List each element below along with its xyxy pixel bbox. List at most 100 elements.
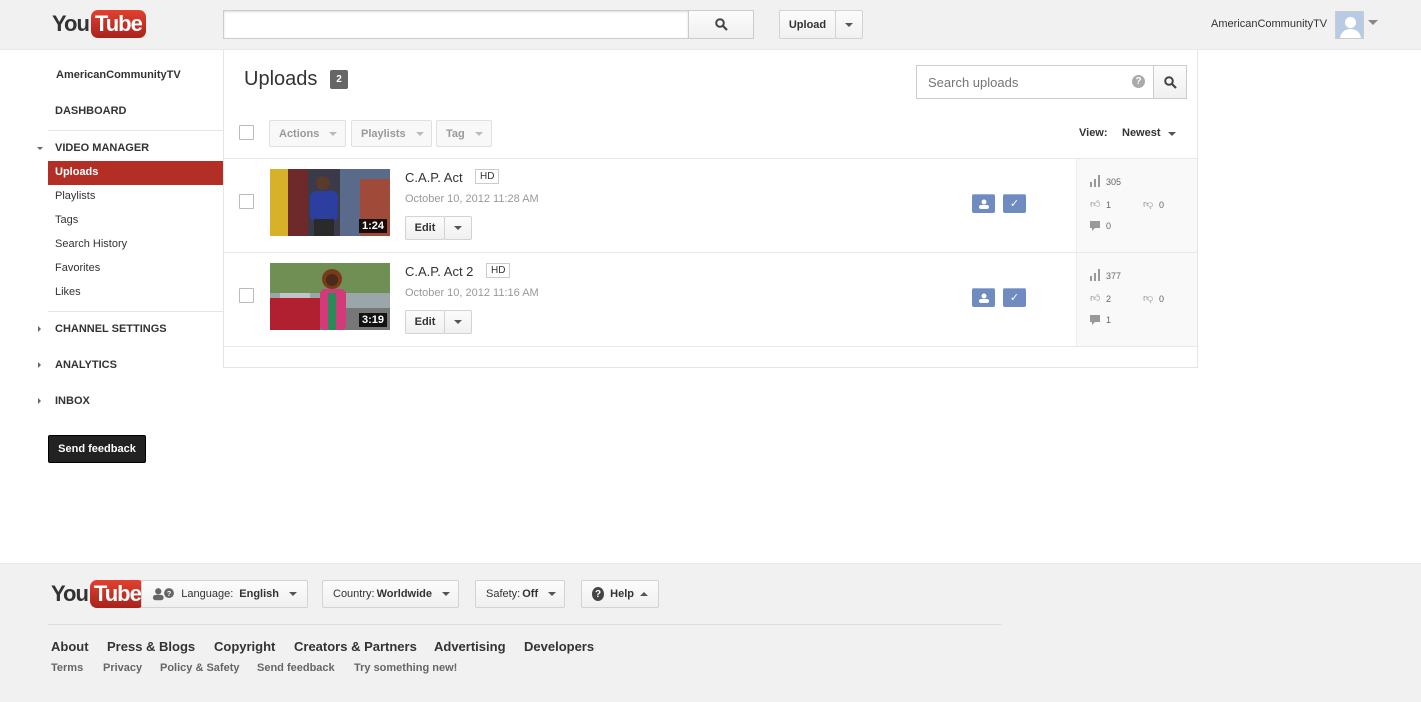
help-icon[interactable]: ? — [1132, 75, 1145, 88]
chevron-down-icon — [454, 320, 462, 324]
actions-dropdown[interactable]: Actions — [269, 120, 346, 147]
video-title[interactable]: C.A.P. Act 2 — [405, 264, 473, 279]
account-menu-chevron-icon[interactable] — [1368, 20, 1378, 25]
public-status-icon[interactable] — [972, 288, 995, 307]
search-uploads-input[interactable] — [916, 65, 1154, 99]
video-select-checkbox[interactable] — [239, 194, 254, 209]
upload-menu-button[interactable] — [835, 10, 863, 39]
processed-check-icon[interactable]: ✓ — [1003, 194, 1026, 213]
sidebar-item-dashboard[interactable]: DASHBOARD — [55, 105, 127, 117]
footer-link-terms[interactable]: Terms — [51, 662, 83, 674]
video-thumbnail[interactable]: 1:24 — [270, 169, 390, 236]
sidebar-divider — [48, 311, 223, 312]
search-icon — [714, 18, 728, 31]
video-duration: 3:19 — [358, 313, 387, 327]
playlists-label: Playlists — [361, 127, 406, 140]
dislikes-count: 0 — [1159, 200, 1165, 210]
edit-menu-button[interactable] — [444, 310, 472, 334]
select-all-checkbox[interactable] — [239, 125, 254, 140]
footer-link-developers[interactable]: Developers — [524, 639, 594, 654]
tag-dropdown[interactable]: Tag — [436, 120, 492, 147]
actions-label: Actions — [279, 127, 320, 140]
comment-icon — [1090, 315, 1100, 325]
playlists-dropdown[interactable]: Playlists — [351, 120, 432, 147]
chevron-down-icon — [474, 131, 483, 136]
people-icon — [978, 199, 989, 209]
youtube-logo[interactable]: You Tube — [52, 10, 146, 38]
sidebar-item-uploads[interactable]: Uploads — [48, 161, 223, 185]
edit-button[interactable]: Edit — [405, 310, 445, 334]
upload-button[interactable]: Upload — [779, 10, 836, 39]
country-selector[interactable]: Country: Worldwide — [322, 580, 459, 608]
video-title[interactable]: C.A.P. Act — [405, 170, 463, 185]
video-date: October 10, 2012 11:28 AM — [405, 193, 539, 205]
logo-tube-text: Tube — [90, 10, 146, 38]
likes-count: 2 — [1106, 294, 1112, 304]
thumbs-down-icon: 👎︎ — [1143, 199, 1154, 210]
footer-link-policy-safety[interactable]: Policy & Safety — [160, 662, 239, 674]
expand-right-icon — [38, 398, 41, 404]
country-value: Worldwide — [376, 588, 432, 600]
footer-link-creators-partners[interactable]: Creators & Partners — [294, 639, 417, 654]
tag-label: Tag — [446, 127, 465, 140]
hd-badge: HD — [475, 169, 500, 184]
edit-menu-button[interactable] — [444, 216, 472, 240]
dislikes-count: 0 — [1159, 294, 1165, 304]
logo-you-text: You — [52, 11, 90, 36]
view-label: View: — [1079, 127, 1108, 139]
footer-link-about[interactable]: About — [51, 639, 89, 654]
footer-youtube-logo[interactable]: You Tube — [51, 580, 145, 608]
send-feedback-button[interactable]: Send feedback — [48, 435, 146, 463]
chevron-down-icon[interactable] — [1168, 132, 1176, 136]
avatar[interactable] — [1335, 11, 1364, 39]
video-thumbnail[interactable]: 3:19 — [270, 263, 390, 330]
safety-value: Off — [522, 588, 539, 600]
chevron-down-icon — [329, 131, 338, 136]
search-uploads-button[interactable] — [1153, 65, 1187, 99]
sidebar-item-likes[interactable]: Likes — [55, 286, 81, 298]
row-divider — [224, 346, 1197, 347]
thumbs-up-icon: 👍︎ — [1090, 199, 1101, 210]
search-button[interactable] — [688, 10, 754, 39]
public-status-icon[interactable] — [972, 194, 995, 213]
video-select-checkbox[interactable] — [239, 288, 254, 303]
row-divider — [224, 158, 1197, 159]
sidebar-item-channel-settings[interactable]: CHANNEL SETTINGS — [55, 323, 167, 335]
footer-link-copyright[interactable]: Copyright — [214, 639, 275, 654]
sidebar-item-inbox[interactable]: INBOX — [55, 395, 90, 407]
footer-link-advertising[interactable]: Advertising — [434, 639, 506, 654]
processed-check-icon[interactable]: ✓ — [1003, 288, 1026, 307]
help-icon: ? — [592, 587, 605, 601]
sidebar-item-video-manager[interactable]: VIDEO MANAGER — [55, 142, 149, 154]
sidebar-item-favorites[interactable]: Favorites — [55, 262, 100, 274]
sidebar-item-search-history[interactable]: Search History — [55, 238, 127, 250]
thumbs-up-icon: 👍︎ — [1090, 293, 1101, 304]
footer-link-try-something-new[interactable]: Try something new! — [354, 662, 457, 674]
page-title: Uploads — [244, 68, 318, 90]
sidebar-item-tags[interactable]: Tags — [55, 214, 78, 226]
sidebar-channel-name[interactable]: AmericanCommunityTV — [56, 69, 181, 81]
language-selector[interactable]: ? Language: English — [141, 580, 308, 608]
edit-button[interactable]: Edit — [405, 216, 445, 240]
chevron-down-icon — [442, 592, 450, 596]
sidebar-item-analytics[interactable]: ANALYTICS — [55, 359, 117, 371]
country-label: Country: — [333, 588, 375, 600]
safety-selector[interactable]: Safety: Off — [475, 580, 565, 608]
search-input[interactable] — [223, 10, 689, 39]
footer-link-send-feedback[interactable]: Send feedback — [257, 662, 335, 674]
chevron-down-icon — [548, 592, 557, 596]
footer-divider — [48, 624, 1001, 625]
thumbs-down-icon: 👎︎ — [1143, 293, 1154, 304]
account-username[interactable]: AmericanCommunityTV — [1211, 18, 1327, 30]
footer-link-press-blogs[interactable]: Press & Blogs — [107, 639, 195, 654]
help-label: Help — [610, 588, 634, 600]
hd-badge: HD — [486, 263, 511, 278]
sidebar-item-playlists[interactable]: Playlists — [55, 190, 95, 202]
logo-tube-text: Tube — [89, 580, 145, 608]
views-icon — [1090, 269, 1100, 281]
expand-right-icon — [38, 362, 41, 368]
help-button[interactable]: ? Help — [581, 580, 659, 608]
footer-link-privacy[interactable]: Privacy — [103, 662, 142, 674]
svg-text:?: ? — [167, 590, 171, 598]
view-sort-dropdown[interactable]: Newest — [1122, 127, 1161, 139]
